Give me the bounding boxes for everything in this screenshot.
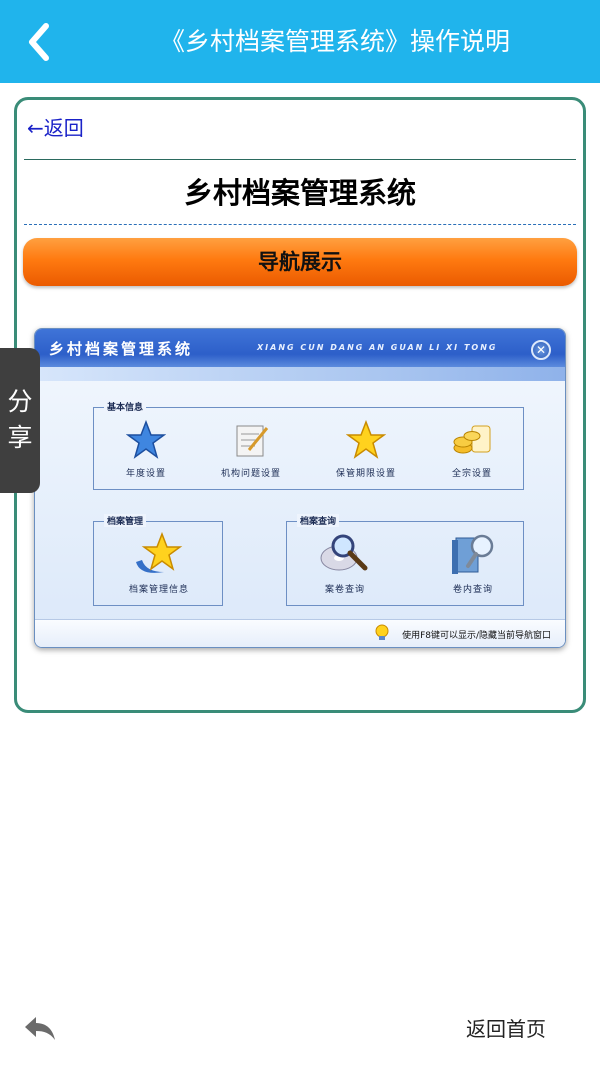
item-label: 年度设置 (125, 469, 166, 479)
section-header: 导航展示 (23, 238, 577, 286)
group-archive-management: 档案管理 档案管理信息 (93, 514, 223, 606)
share-label-2: 享 (7, 423, 33, 452)
item-volume-query: 案卷查询 (305, 532, 385, 595)
item-label: 全宗设置 (451, 469, 492, 479)
back-link[interactable]: ←返回 (27, 112, 84, 141)
titlebar-wave (35, 367, 565, 381)
system-title: 乡村档案管理系统 (183, 176, 416, 210)
app-header: 《乡村档案管理系统》操作说明 (0, 0, 600, 83)
left-arrow-icon: ← (27, 116, 44, 140)
magnifier-cd-icon (320, 534, 368, 571)
item-label: 机构问题设置 (220, 469, 281, 479)
share-tab[interactable]: 分享 (0, 348, 40, 493)
blue-star-icon (126, 420, 166, 459)
screenshot-title: 乡村档案管理系统 (49, 340, 194, 358)
screenshot-footer: 使用F8键可以显示/隐藏当前导航窗口 (35, 619, 565, 647)
screenshot-pinyin: XIANG CUN DANG AN GUAN LI XI TONG (257, 343, 498, 352)
item-archive-info: 档案管理信息 (119, 532, 199, 595)
item-label: 保管期限设置 (335, 469, 396, 479)
lightbulb-icon (375, 624, 389, 640)
group-label: 档案管理 (104, 514, 147, 527)
return-home-link[interactable]: 返回首页 (466, 1013, 546, 1042)
star-swoosh-icon (136, 532, 183, 573)
item-label: 档案管理信息 (128, 585, 189, 595)
back-link-label: 返回 (43, 116, 84, 140)
item-label: 案卷查询 (324, 585, 365, 595)
screenshot-tip: 使用F8键可以显示/隐藏当前导航窗口 (402, 631, 551, 641)
dashed-divider (24, 224, 576, 225)
item-retention-settings: 保管期限设置 (326, 420, 406, 479)
group-label: 基本信息 (104, 400, 147, 413)
item-org-settings: 机构问题设置 (211, 420, 291, 479)
item-label: 卷内查询 (452, 585, 493, 595)
page-title: 《乡村档案管理系统》操作说明 (159, 27, 510, 56)
divider (24, 159, 576, 160)
navigation-screenshot: 乡村档案管理系统 XIANG CUN DANG AN GUAN LI XI TO… (34, 328, 566, 648)
item-in-volume-query: 卷内查询 (433, 532, 513, 595)
back-arrow-icon[interactable] (22, 1012, 58, 1044)
group-label: 档案查询 (297, 514, 340, 527)
close-icon: ✕ (531, 340, 551, 360)
item-year-settings: 年度设置 (106, 420, 186, 479)
item-fonds-settings: 全宗设置 (432, 420, 512, 479)
group-basic-info: 基本信息 年度设置 机构问题设置 保管期限设置 全宗设置 (93, 400, 524, 490)
gold-star-icon (346, 420, 386, 459)
book-magnifier-icon (452, 534, 494, 574)
group-archive-query: 档案查询 案卷查询 卷内查询 (286, 514, 524, 606)
share-label-1: 分 (7, 387, 33, 416)
coins-icon (453, 425, 491, 454)
notepad-pencil-icon (236, 425, 269, 457)
back-chevron-icon[interactable] (22, 20, 62, 64)
